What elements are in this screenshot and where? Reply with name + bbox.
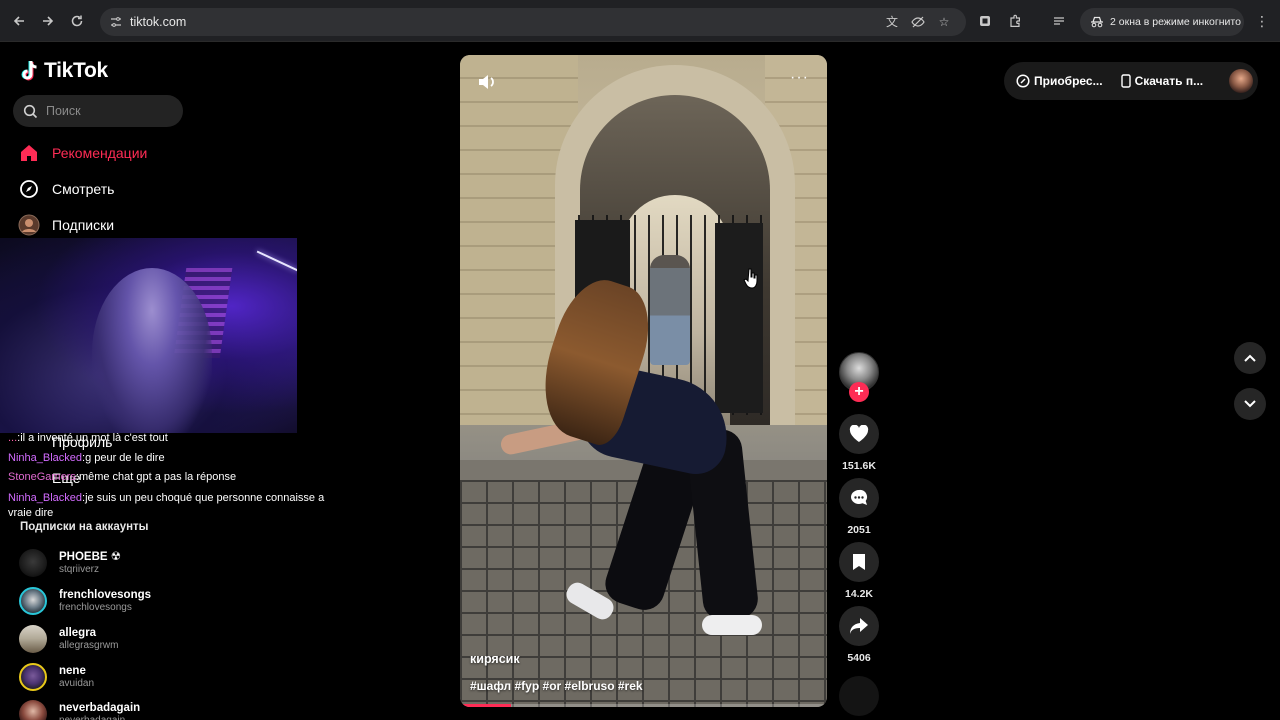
video-scene-man [650,255,690,365]
like-button[interactable] [839,414,879,454]
account-name: neverbadagain [59,701,141,714]
followed-account[interactable]: PHOEBE ☢ stqriiverz [19,549,121,577]
tiktok-logo[interactable]: TikTok [20,59,108,83]
followed-account[interactable]: allegra allegrasgrwm [19,625,118,653]
follow-plus-icon[interactable]: + [849,382,869,402]
followed-account[interactable]: nene avuidan [19,663,94,691]
following-accounts-heading: Подписки на аккаунты [20,521,149,533]
account-handle: frenchlovesongs [59,601,132,613]
comment-button[interactable] [839,478,879,518]
more-options-icon[interactable]: ··· [790,69,809,87]
chat-message: Ninha_Blacked:g peur de le dire [8,451,165,464]
nav-item-recommendations[interactable]: Рекомендации [18,142,147,164]
avatar [19,663,47,691]
followed-account[interactable]: frenchlovesongs frenchlovesongs [19,587,151,615]
account-handle: avuidan [59,677,95,689]
browser-toolbar: tiktok.com 文 ☆ 2 окна в режиме инкогнито… [0,0,1280,42]
chevron-up-icon [1244,354,1256,362]
search-input[interactable]: Поиск [13,95,183,127]
share-count: 5406 [847,652,871,664]
account-name: nene [59,664,86,677]
music-disc[interactable] [839,676,879,716]
screen: tiktok.com 文 ☆ 2 окна в режиме инкогнито… [0,0,1280,720]
url-text[interactable]: tiktok.com [130,15,186,29]
download-app-label: Скачать п... [1134,74,1204,88]
streamer-figure [92,268,212,433]
extension-badge-icon[interactable] [978,14,992,28]
nav-item-label: Рекомендации [52,145,148,161]
chat-message: Ninha_Blacked:je suis un peu choqué que … [8,491,325,519]
stream-webcam-overlay [0,238,297,433]
avatar [19,549,47,577]
avatar [19,700,47,720]
phone-icon [1120,74,1131,88]
bookmark-star-icon[interactable]: ☆ [937,15,951,29]
nav-item-label: Смотреть [52,181,115,197]
video-scene-dancer [702,615,762,635]
video-author[interactable]: кирясик [470,652,520,666]
account-name: allegra [59,626,97,639]
volume-icon[interactable] [476,71,498,93]
user-avatar[interactable] [1229,69,1254,93]
next-video-button[interactable] [1234,388,1266,420]
nav-item-following[interactable]: Подписки [18,214,114,236]
avatar [19,625,47,653]
incognito-indicator[interactable]: 2 окна в режиме инкогнито [1080,8,1244,36]
tiktok-note-icon [21,61,37,81]
extensions-puzzle-icon[interactable] [1008,14,1022,28]
download-app-button[interactable]: Скачать п... [1120,74,1204,88]
get-coins-button[interactable]: Приобрес... [1016,74,1103,88]
translate-icon[interactable]: 文 [885,15,899,29]
following-avatar-icon [18,214,40,236]
back-icon[interactable] [9,11,29,31]
site-settings-icon[interactable] [110,16,122,28]
account-handle: neverbadagain [59,714,126,720]
bookmark-icon [853,554,865,570]
chat-message: StoneGamers:même chat gpt a pas la répon… [8,471,237,483]
coin-icon [1016,74,1030,88]
neon-strip [256,250,297,272]
forward-icon[interactable] [38,11,58,31]
comment-icon [851,489,868,505]
video-scene-gate-door [715,223,763,413]
account-handle: allegrasgrwm [59,639,119,651]
incognito-label: 2 окна в режиме инкогнито [1110,16,1241,28]
get-coins-label: Приобрес... [1034,74,1103,88]
eye-off-icon[interactable] [911,15,925,29]
video-progress-bar[interactable] [460,704,827,707]
browser-menu-icon[interactable]: ⋮ [1255,13,1269,30]
like-count: 151.6K [842,460,876,472]
video-player[interactable]: ··· кирясик #шафл #fyp #or #elbruso #rek [460,55,827,707]
account-name: PHOEBE ☢ [59,550,122,563]
followed-account[interactable]: neverbadagain neverbadagain [19,700,140,720]
save-count: 14.2K [844,588,874,600]
stream-chat-overlay: ...:il a inventé un mot là c'est tout Ni… [8,429,348,521]
hand-cursor-icon [743,268,758,289]
home-icon [18,142,40,164]
avatar [19,587,47,615]
chevron-down-icon [1244,400,1256,408]
video-hashtags[interactable]: #шафл #fyp #or #elbruso #rek [470,679,643,693]
reload-icon[interactable] [67,11,87,31]
heart-icon [849,425,869,442]
save-button[interactable] [839,542,879,582]
top-right-actions: Приобрес... Скачать п... [1004,62,1258,100]
nav-item-label: Подписки [52,217,115,233]
search-icon [23,104,38,119]
share-button[interactable] [839,606,879,646]
previous-video-button[interactable] [1234,342,1266,374]
incognito-icon [1091,16,1103,28]
account-name: frenchlovesongs [59,588,152,601]
account-handle: stqriiverz [59,563,100,575]
nav-item-explore[interactable]: Смотреть [18,178,114,200]
video-progress-fill [460,704,512,707]
chat-message: ...:il a inventé un mot là c'est tout [8,432,168,444]
address-bar[interactable]: tiktok.com 文 ☆ [100,8,966,36]
comment-count: 2051 [847,524,871,536]
search-placeholder: Поиск [46,104,81,118]
share-arrow-icon [850,618,868,634]
compass-icon [18,178,40,200]
tab-search-icon[interactable] [1052,14,1066,28]
logo-text: TikTok [44,59,108,82]
